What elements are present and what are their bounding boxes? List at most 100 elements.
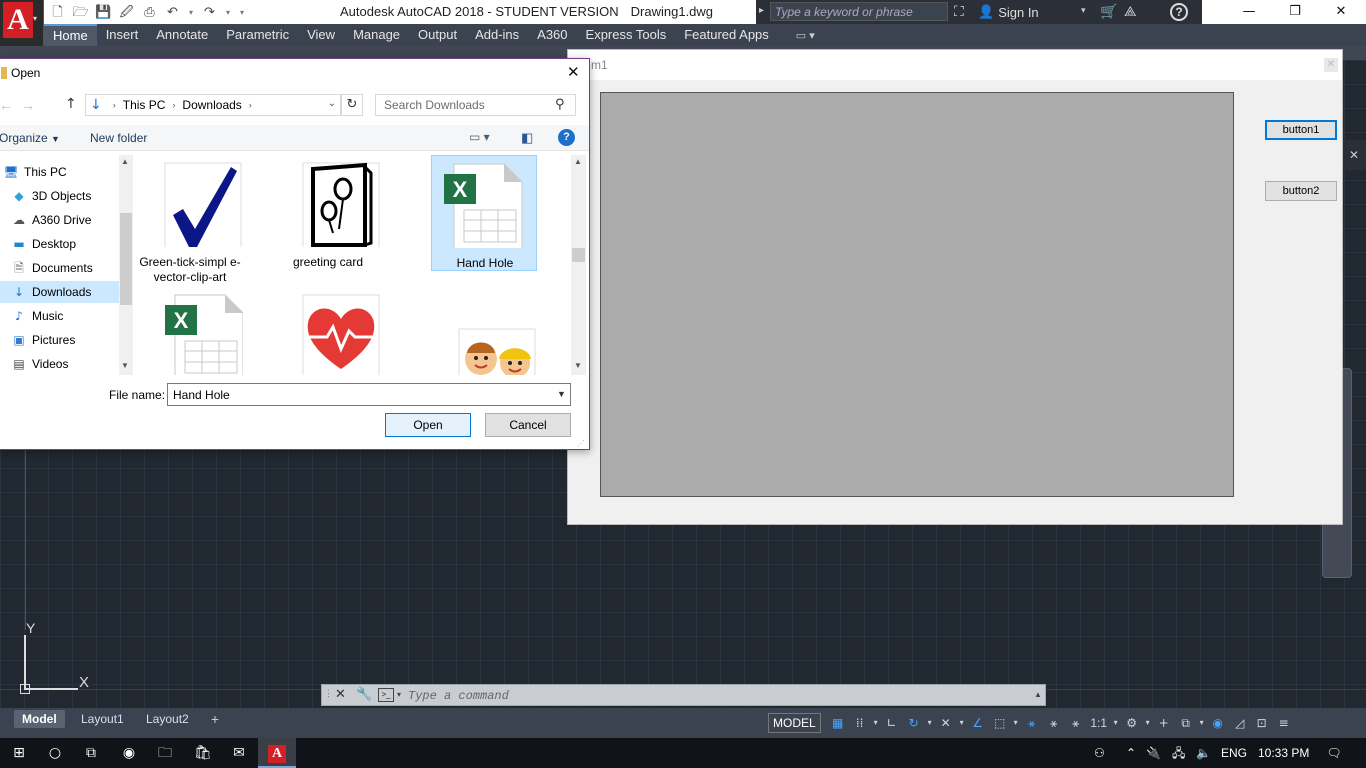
- nav-item-downloads[interactable]: ↓ Downloads: [0, 281, 119, 303]
- forward-arrow-icon[interactable]: →: [21, 97, 35, 113]
- tab-layout1[interactable]: Layout1: [73, 710, 132, 728]
- nav-item-3d-objects[interactable]: ◆ 3D Objects: [0, 185, 119, 207]
- organize-menu[interactable]: Organize ▼: [0, 131, 60, 145]
- scroll-down-icon[interactable]: ▼: [121, 361, 129, 370]
- polar-dropdown-icon[interactable]: ▾: [925, 712, 935, 734]
- command-input[interactable]: [408, 687, 1008, 704]
- tab-annotate[interactable]: Annotate: [147, 24, 217, 46]
- search-downloads-input[interactable]: [375, 94, 576, 116]
- new-folder-button[interactable]: New folder: [90, 131, 147, 145]
- file-item[interactable]: X: [137, 287, 243, 375]
- up-folder-icon[interactable]: ↑: [65, 96, 77, 112]
- redo-icon[interactable]: ↷: [200, 4, 219, 21]
- mail-icon[interactable]: ✉: [220, 738, 258, 768]
- file-item[interactable]: greeting card: [275, 155, 381, 271]
- nav-scrollbar[interactable]: ▲ ▼: [119, 155, 133, 375]
- file-item[interactable]: [275, 287, 381, 375]
- preview-pane-icon[interactable]: ◧: [521, 130, 533, 146]
- model-space-button[interactable]: MODEL: [768, 713, 821, 733]
- a360-icon[interactable]: ⟁: [1124, 3, 1137, 20]
- sign-in-button[interactable]: 👤 Sign In: [978, 4, 1039, 20]
- tab-model[interactable]: Model: [14, 710, 65, 728]
- power-icon[interactable]: 🔌: [1146, 738, 1161, 768]
- tab-a360[interactable]: A360: [528, 24, 576, 46]
- tab-manage[interactable]: Manage: [344, 24, 409, 46]
- ortho-icon[interactable]: ∟: [881, 712, 903, 734]
- save-icon[interactable]: 💾: [94, 4, 113, 21]
- workspace-gear-icon[interactable]: ⚙: [1121, 712, 1143, 734]
- windows-start-icon[interactable]: ⊞: [0, 738, 38, 768]
- file-list-scrollbar[interactable]: ▲ ▼: [571, 155, 586, 375]
- object-snap-dropdown-icon[interactable]: ▾: [1011, 712, 1021, 734]
- viewcube-close-icon[interactable]: ✕: [1342, 140, 1366, 170]
- show-hidden-icons-icon[interactable]: ⌃: [1126, 738, 1136, 768]
- volume-icon[interactable]: 🔈: [1196, 738, 1211, 768]
- snap-icon[interactable]: ⁞⁞: [849, 712, 871, 734]
- scroll-thumb[interactable]: [572, 248, 585, 262]
- ribbon-minimize-icon[interactable]: ▭ ▾: [778, 29, 815, 42]
- nav-item-pictures[interactable]: ▣ Pictures: [0, 329, 119, 351]
- autocad-taskbar-icon[interactable]: A: [258, 738, 296, 768]
- command-prompt-icon[interactable]: >_: [378, 688, 394, 702]
- grid-icon[interactable]: ▦: [827, 712, 849, 734]
- back-arrow-icon[interactable]: ←: [0, 97, 13, 113]
- tab-home[interactable]: Home: [44, 24, 97, 46]
- units-icon[interactable]: ⧉: [1175, 712, 1197, 734]
- resize-grip-icon[interactable]: ⋰: [577, 439, 585, 448]
- action-center-icon[interactable]: 🗨: [1324, 738, 1344, 768]
- isolate-objects-icon[interactable]: ◿: [1229, 712, 1251, 734]
- keyword-search-input[interactable]: [770, 2, 948, 21]
- people-icon[interactable]: ⚇: [1094, 738, 1105, 768]
- snap-dropdown-icon[interactable]: ▾: [871, 712, 881, 734]
- file-name-dropdown-icon[interactable]: ▼: [557, 389, 566, 399]
- application-menu-button[interactable]: A ▾: [0, 0, 44, 46]
- new-file-icon[interactable]: 🗋: [48, 4, 67, 21]
- scroll-up-icon[interactable]: ▲: [574, 157, 582, 166]
- close-command-line-icon[interactable]: ✕: [335, 687, 346, 702]
- expand-search-icon[interactable]: ▸: [759, 5, 764, 16]
- tab-output[interactable]: Output: [409, 24, 466, 46]
- annotation-visibility-icon[interactable]: ⚹: [1021, 712, 1043, 734]
- tab-layout2[interactable]: Layout2: [138, 710, 197, 728]
- tab-add-ins[interactable]: Add-ins: [466, 24, 528, 46]
- undo-icon[interactable]: ↶: [163, 4, 182, 21]
- clean-screen-icon[interactable]: ⊡: [1251, 712, 1273, 734]
- annotation-scale-icon[interactable]: ⚹: [1065, 712, 1087, 734]
- help-icon[interactable]: ?: [1170, 3, 1188, 21]
- network-icon[interactable]: 🖧: [1172, 738, 1185, 768]
- tab-parametric[interactable]: Parametric: [217, 24, 298, 46]
- change-view-icon[interactable]: ▭ ▾: [469, 130, 490, 144]
- button1[interactable]: button1: [1265, 120, 1337, 140]
- print-icon[interactable]: ⎙: [140, 4, 159, 21]
- isodraft-icon[interactable]: ✕: [935, 712, 957, 734]
- store-icon[interactable]: 🛍: [184, 738, 222, 768]
- minimize-button[interactable]: —: [1226, 0, 1272, 24]
- file-item[interactable]: [431, 287, 537, 375]
- auto-scale-icon[interactable]: ⚹: [1043, 712, 1065, 734]
- tab-view[interactable]: View: [298, 24, 344, 46]
- close-window-button[interactable]: ✕: [1318, 0, 1364, 24]
- nav-item-desktop[interactable]: ▬ Desktop: [0, 233, 119, 255]
- redo-dropdown-icon[interactable]: ▾: [223, 4, 233, 21]
- customization-menu-icon[interactable]: ≡: [1273, 712, 1295, 734]
- recent-commands-dropdown-icon[interactable]: ▾: [397, 690, 401, 699]
- tab-featured-apps[interactable]: Featured Apps: [675, 24, 778, 46]
- chrome-icon[interactable]: ◉: [110, 738, 148, 768]
- address-dropdown-icon[interactable]: ⌄: [328, 98, 336, 109]
- save-as-icon[interactable]: 🖉: [117, 4, 136, 21]
- units-dropdown-icon[interactable]: ▾: [1197, 712, 1207, 734]
- nav-item-this-pc[interactable]: 🖥 This PC: [0, 161, 119, 183]
- polar-tracking-icon[interactable]: ↻: [903, 712, 925, 734]
- wrench-icon[interactable]: 🔧: [356, 687, 372, 702]
- dialog-close-button[interactable]: ✕: [567, 63, 580, 81]
- nav-item-a360-drive[interactable]: ☁ A360 Drive: [0, 209, 119, 231]
- breadcrumb-this-pc[interactable]: This PC: [123, 98, 166, 112]
- open-button[interactable]: Open: [385, 413, 471, 437]
- form-close-icon[interactable]: ✕: [1324, 58, 1338, 72]
- command-history-icon[interactable]: ▲: [1034, 690, 1042, 699]
- sign-in-dropdown-icon[interactable]: ▾: [1081, 5, 1086, 16]
- isodraft-dropdown-icon[interactable]: ▾: [957, 712, 967, 734]
- cortana-search-icon[interactable]: ○: [36, 738, 74, 768]
- file-name-field[interactable]: [167, 383, 571, 406]
- nav-item-music[interactable]: ♪ Music: [0, 305, 119, 327]
